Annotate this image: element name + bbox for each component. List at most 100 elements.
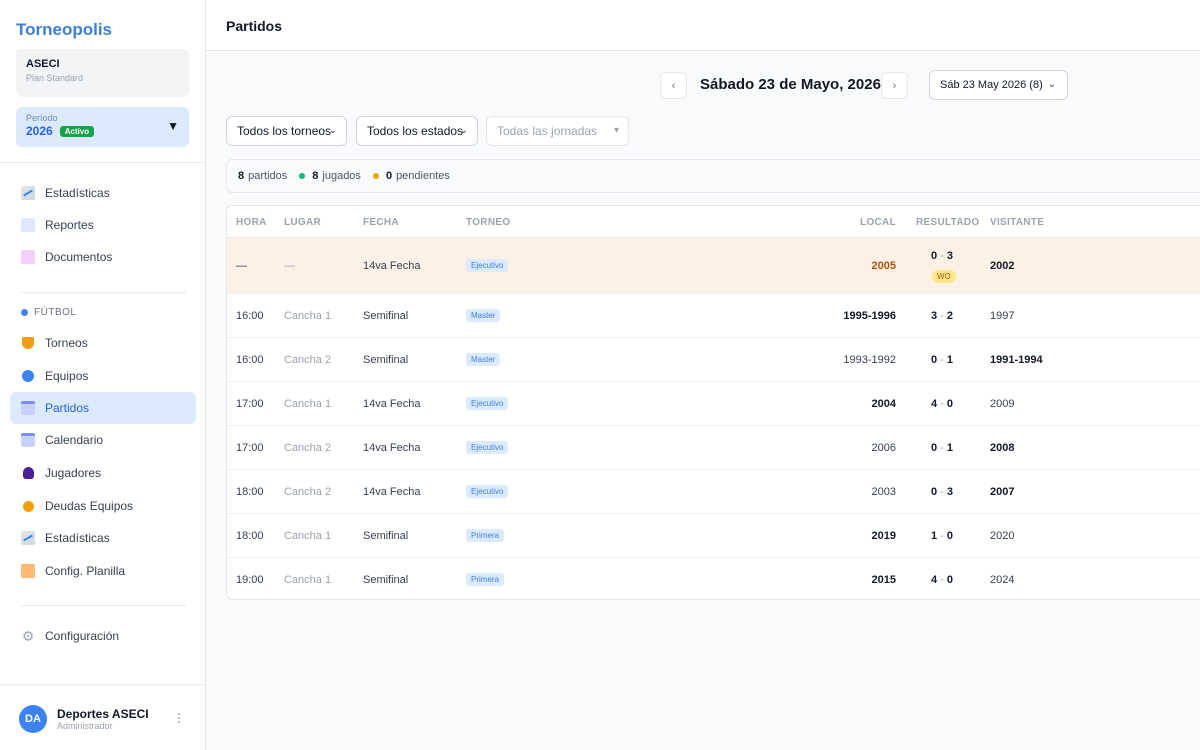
cell-visitor-team[interactable]: 1991-1994 bbox=[990, 354, 1043, 366]
caret-down-icon: ▾ bbox=[613, 125, 619, 136]
round-filter-select[interactable]: Todas las jornadas ▾ bbox=[486, 116, 629, 146]
table-row[interactable]: 17:00 Cancha 1 14va Fecha Ejecutivo 2004 4 - … bbox=[227, 382, 1200, 426]
cell-lugar: Cancha 1 bbox=[284, 310, 332, 322]
cell-local-team[interactable]: 2005 bbox=[872, 260, 896, 272]
cell-visitor-team[interactable]: 2008 bbox=[990, 442, 1014, 454]
period-label: Período bbox=[26, 113, 58, 123]
table-row[interactable]: 16:00 Cancha 1 Semifinal Master 1995-1996 3 -… bbox=[227, 294, 1200, 338]
cell-visitor-team[interactable]: 1997 bbox=[990, 310, 1014, 322]
period-selector[interactable]: Período 2026 Activo ▼ bbox=[16, 107, 189, 147]
sidebar-item-label: Jugadores bbox=[45, 466, 102, 480]
table-row[interactable]: 17:00 Cancha 2 14va Fecha Ejecutivo 2006 0 - … bbox=[227, 426, 1200, 470]
chevron-down-icon: ⌄ bbox=[459, 125, 468, 136]
cell-result[interactable]: 0 - 3 bbox=[931, 250, 953, 262]
next-day-button[interactable]: › bbox=[881, 72, 908, 99]
cell-result[interactable]: 3 - 2 bbox=[931, 310, 953, 322]
tournament-badge: Ejecutivo bbox=[466, 397, 509, 410]
cell-result[interactable]: 1 - 0 bbox=[931, 530, 953, 542]
cell-result[interactable]: 0 - 1 bbox=[931, 354, 953, 366]
cell-visitor-team[interactable]: 2020 bbox=[990, 530, 1014, 542]
pending-label: pendientes bbox=[396, 170, 450, 182]
cell-local-team[interactable]: 1995-1996 bbox=[843, 310, 896, 322]
cell-lugar: Cancha 2 bbox=[284, 354, 332, 366]
sidebar-item-partidos[interactable]: Partidos bbox=[10, 392, 196, 424]
round-filter-value: Todas las jornadas bbox=[497, 124, 598, 138]
sidebar-item-label: Partidos bbox=[45, 401, 90, 415]
cell-result[interactable]: 0 - 1 bbox=[931, 442, 953, 454]
played-label: jugados bbox=[322, 170, 361, 182]
sidebar-item-configuracion[interactable]: ⚙ Configuración bbox=[10, 620, 196, 652]
sidebar-item-documentos[interactable]: Documentos bbox=[10, 241, 196, 273]
column-header-resultado[interactable]: RESULTADO bbox=[916, 217, 979, 228]
date-select[interactable]: Sáb 23 May 2026 (8) ⌄ bbox=[929, 70, 1068, 100]
cell-visitor-team[interactable]: 2009 bbox=[990, 398, 1014, 410]
cell-hora: 17:00 bbox=[236, 442, 264, 454]
sidebar-item-estadisticas-general[interactable]: Estadísticas bbox=[10, 177, 196, 209]
cell-fecha: Semifinal bbox=[363, 354, 409, 366]
tournament-badge: Master bbox=[466, 309, 501, 322]
cell-fecha: Semifinal bbox=[363, 574, 409, 586]
table-header: HORA LUGAR FECHA TORNEO LOCAL RESULTADO … bbox=[227, 206, 1200, 238]
cell-local-team[interactable]: 1993-1992 bbox=[843, 354, 896, 366]
away-score: 2 bbox=[946, 310, 954, 322]
user-profile[interactable]: DA Deportes ASECI Administrador ⋮ bbox=[19, 705, 189, 733]
sidebar-item-reportes[interactable]: Reportes bbox=[10, 209, 196, 241]
column-header-lugar[interactable]: LUGAR bbox=[284, 217, 321, 228]
sidebar-item-calendario[interactable]: Calendario bbox=[10, 424, 196, 456]
sidebar-item-torneos[interactable]: Torneos bbox=[10, 327, 196, 359]
brand-logo[interactable]: Torneopolis bbox=[16, 20, 112, 40]
divider bbox=[21, 605, 186, 606]
cell-local-team[interactable]: 2003 bbox=[872, 486, 896, 498]
cell-visitor-team[interactable]: 2007 bbox=[990, 486, 1014, 498]
sidebar-item-label: Calendario bbox=[45, 433, 104, 447]
cell-visitor-team[interactable]: 2002 bbox=[990, 260, 1014, 272]
cell-fecha: 14va Fecha bbox=[363, 442, 421, 454]
sidebar-item-estadisticas[interactable]: Estadísticas bbox=[10, 522, 196, 554]
more-vertical-icon[interactable]: ⋮ bbox=[173, 711, 185, 725]
chevron-down-icon: ⌄ bbox=[328, 125, 337, 136]
cell-result[interactable]: 4 - 0 bbox=[931, 574, 953, 586]
table-row[interactable]: 18:00 Cancha 1 Semifinal Primera 2019 1 - 0 20… bbox=[227, 514, 1200, 558]
tournament-filter-value: Todos los torneos bbox=[237, 124, 332, 138]
avatar: DA bbox=[19, 705, 47, 733]
column-header-local[interactable]: LOCAL bbox=[860, 217, 896, 228]
table-row[interactable]: — — 14va Fecha Ejecutivo 2005 0 - 3 WO 2002 bbox=[227, 238, 1200, 294]
column-header-torneo[interactable]: TORNEO bbox=[466, 217, 510, 228]
trophy-icon bbox=[22, 337, 34, 349]
sidebar-item-jugadores[interactable]: Jugadores bbox=[10, 457, 196, 489]
table-row[interactable]: 19:00 Cancha 1 Semifinal Primera 2015 4 - 0 20… bbox=[227, 558, 1200, 599]
sidebar-item-label: Equipos bbox=[45, 369, 89, 383]
cell-result[interactable]: 0 - 3 bbox=[931, 486, 953, 498]
cell-local-team[interactable]: 2019 bbox=[872, 530, 896, 542]
column-header-visitante[interactable]: VISITANTE bbox=[990, 217, 1044, 228]
previous-day-button[interactable]: ‹ bbox=[660, 72, 687, 99]
away-score: 1 bbox=[946, 354, 954, 366]
ball-icon bbox=[22, 370, 34, 382]
cell-fecha: Semifinal bbox=[363, 530, 409, 542]
divider bbox=[0, 684, 205, 685]
column-header-fecha[interactable]: FECHA bbox=[363, 217, 399, 228]
cell-local-team[interactable]: 2004 bbox=[872, 398, 896, 410]
played-count: 8 bbox=[312, 170, 319, 182]
played-status-dot-icon bbox=[299, 173, 306, 179]
sidebar-item-equipos[interactable]: Equipos bbox=[10, 360, 196, 392]
table-row[interactable]: 16:00 Cancha 2 Semifinal Master 1993-1992 0 -… bbox=[227, 338, 1200, 382]
chart-icon bbox=[21, 531, 35, 545]
cell-local-team[interactable]: 2006 bbox=[872, 442, 896, 454]
cell-visitor-team[interactable]: 2024 bbox=[990, 574, 1014, 586]
user-role: Administrador bbox=[57, 721, 113, 731]
sidebar-item-deudas-equipos[interactable]: Deudas Equipos bbox=[10, 490, 196, 522]
documents-icon bbox=[21, 250, 35, 264]
tournament-badge: Ejecutivo bbox=[466, 441, 509, 454]
cell-lugar: Cancha 1 bbox=[284, 574, 332, 586]
sidebar-item-config-planilla[interactable]: Config. Planilla bbox=[10, 555, 196, 587]
tournament-filter-select[interactable]: Todos los torneos ⌄ bbox=[226, 116, 347, 146]
status-filter-select[interactable]: Todos los estados ⌄ bbox=[356, 116, 478, 146]
section-label: FÚTBOL bbox=[34, 307, 77, 318]
cell-hora: 18:00 bbox=[236, 530, 264, 542]
cell-hora: 16:00 bbox=[236, 354, 264, 366]
cell-result[interactable]: 4 - 0 bbox=[931, 398, 953, 410]
table-row[interactable]: 18:00 Cancha 2 14va Fecha Ejecutivo 2003 0 - … bbox=[227, 470, 1200, 514]
cell-local-team[interactable]: 2015 bbox=[872, 574, 896, 586]
column-header-hora[interactable]: HORA bbox=[236, 217, 267, 228]
